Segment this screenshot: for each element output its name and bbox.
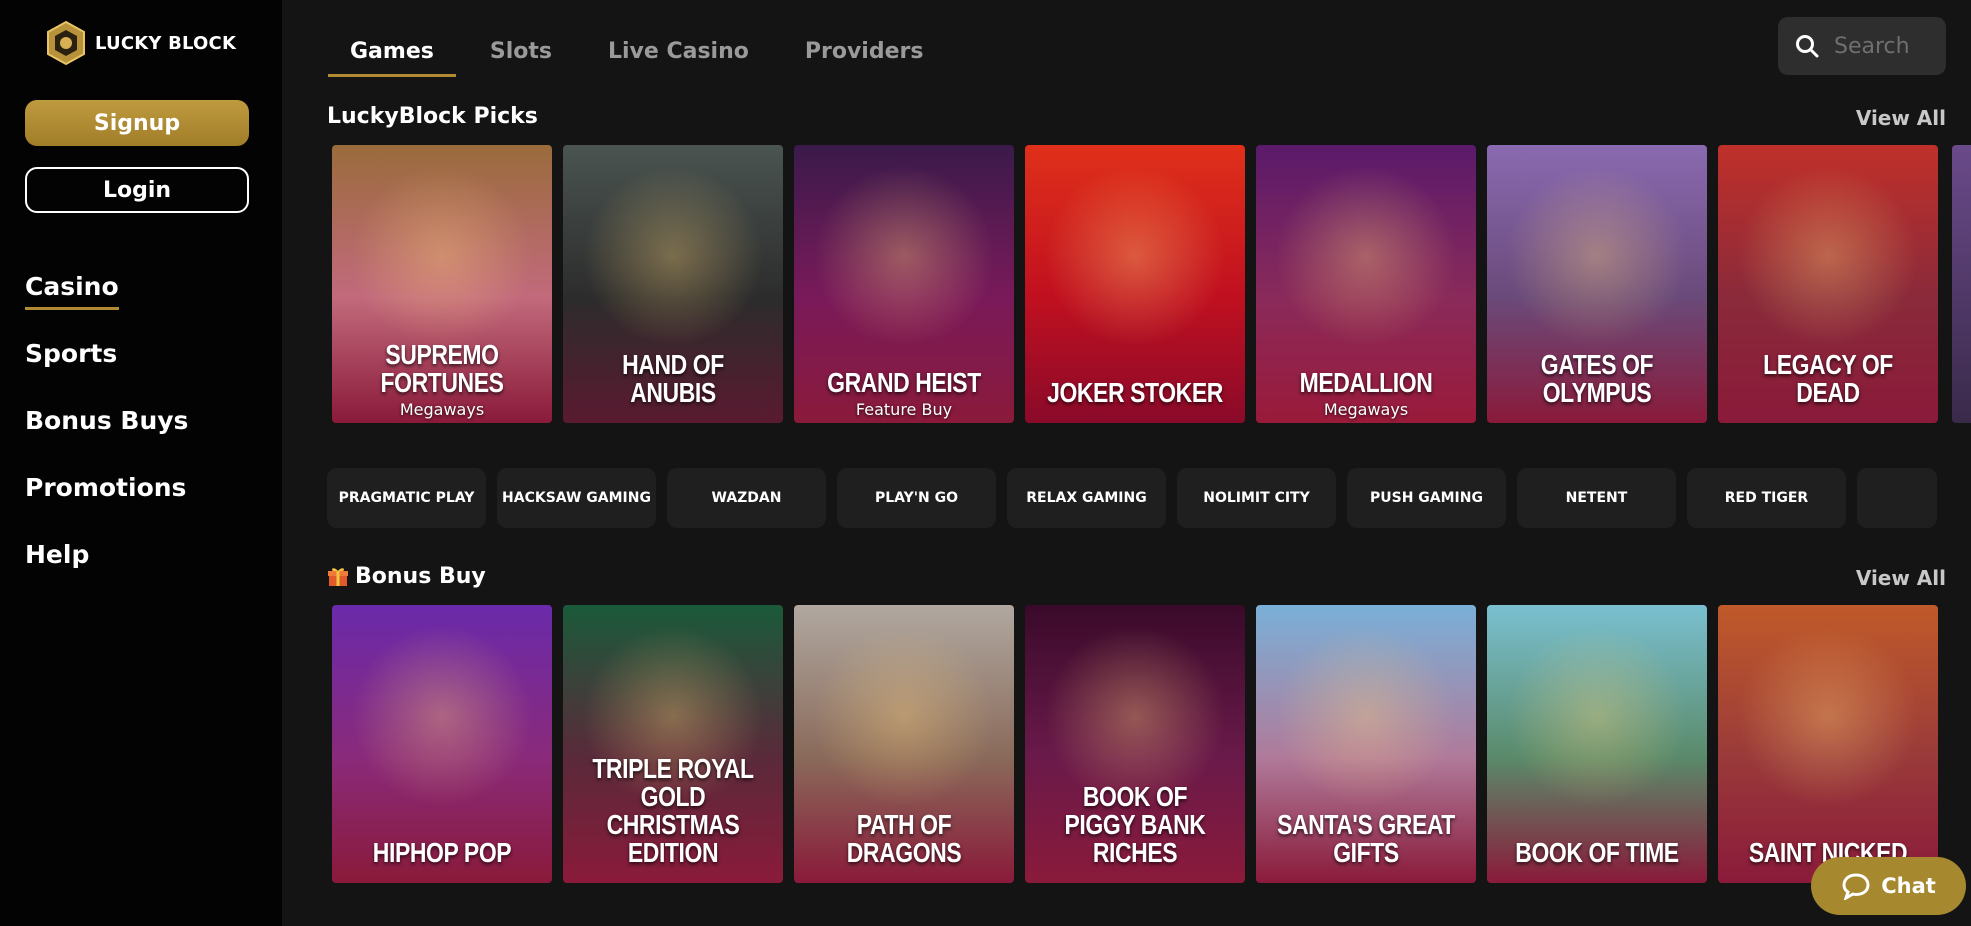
game-card[interactable]: TRIPLE ROYAL GOLD CHRISTMAS EDITION xyxy=(563,605,783,883)
partial-game-card[interactable] xyxy=(1952,145,1971,423)
bonus-buy-row: HIPHOP POP TRIPLE ROYAL GOLD CHRISTMAS ED… xyxy=(332,605,1938,883)
game-title: LEGACY OF DEAD xyxy=(1763,349,1893,408)
chat-bubble-icon xyxy=(1842,873,1870,900)
search-box[interactable] xyxy=(1778,17,1946,75)
game-title: PATH OF DRAGONS xyxy=(846,809,962,868)
signup-button[interactable]: Signup xyxy=(25,100,249,146)
tab-providers[interactable]: Providers xyxy=(783,33,946,77)
game-card[interactable]: SAINT NICKED xyxy=(1718,605,1938,883)
brand-logo[interactable]: LUCKY BLOCK xyxy=(45,20,236,66)
provider-tile[interactable]: PRAGMATIC PLAY xyxy=(327,468,486,528)
section-title-picks: LuckyBlock Picks xyxy=(327,104,538,129)
sidebar: LUCKY BLOCK Signup Login Casino Sports B… xyxy=(0,0,282,926)
nav-item-sports[interactable]: Sports xyxy=(25,335,188,402)
chat-label: Chat xyxy=(1881,874,1936,898)
nav-item-casino[interactable]: Casino xyxy=(25,268,188,335)
nav-item-label: Sports xyxy=(25,339,118,368)
search-input[interactable] xyxy=(1834,33,1944,59)
game-subtitle: Megaways xyxy=(1323,400,1409,419)
game-title: SANTA'S GREAT GIFTS xyxy=(1277,809,1455,868)
game-title: SUPREMO FORTUNES xyxy=(380,339,504,398)
nav-item-promotions[interactable]: Promotions xyxy=(25,469,188,536)
sidebar-nav: Casino Sports Bonus Buys Promotions Help xyxy=(25,268,188,603)
game-title: TRIPLE ROYAL GOLD CHRISTMAS EDITION xyxy=(592,753,754,868)
gift-icon xyxy=(328,567,348,586)
chat-button[interactable]: Chat xyxy=(1811,857,1966,915)
view-all-bonus-buy-link[interactable]: View All xyxy=(1856,566,1946,590)
login-button[interactable]: Login xyxy=(25,167,249,213)
provider-tile[interactable]: RED TIGER xyxy=(1687,468,1846,528)
providers-row: PRAGMATIC PLAY HACKSAW GAMING WAZDAN PLAY'N… xyxy=(327,468,1937,528)
nav-item-help[interactable]: Help xyxy=(25,536,188,603)
nav-item-bonus-buys[interactable]: Bonus Buys xyxy=(25,402,188,469)
game-card[interactable]: SANTA'S GREAT GIFTS xyxy=(1256,605,1476,883)
nav-item-label: Promotions xyxy=(25,473,187,502)
provider-tile[interactable]: NETENT xyxy=(1517,468,1676,528)
game-tabs: Games Slots Live Casino Providers xyxy=(328,33,957,77)
picks-row: SUPREMO FORTUNES Megaways HAND OF ANUBIS GR… xyxy=(332,145,1938,423)
game-subtitle: Feature Buy xyxy=(855,400,953,419)
provider-tile[interactable]: RELAX GAMING xyxy=(1007,468,1166,528)
game-card[interactable]: HAND OF ANUBIS xyxy=(563,145,783,423)
game-subtitle: Megaways xyxy=(399,400,485,419)
provider-tile[interactable]: PLAY'N GO xyxy=(837,468,996,528)
game-title: HAND OF ANUBIS xyxy=(622,349,724,408)
search-icon xyxy=(1796,35,1819,58)
view-all-picks-link[interactable]: View All xyxy=(1856,106,1946,130)
game-title: HIPHOP POP xyxy=(372,837,512,868)
provider-tile[interactable]: PUSH GAMING xyxy=(1347,468,1506,528)
section-title-text: LuckyBlock Picks xyxy=(327,104,538,129)
game-title: GATES OF OLYMPUS xyxy=(1540,349,1654,408)
game-card[interactable]: BOOK OF TIME xyxy=(1487,605,1707,883)
tab-live-casino[interactable]: Live Casino xyxy=(586,33,771,77)
game-title: JOKER STOKER xyxy=(1047,377,1223,408)
nav-item-label: Help xyxy=(25,540,90,569)
game-card[interactable]: GATES OF OLYMPUS xyxy=(1487,145,1707,423)
nav-item-label: Casino xyxy=(25,272,119,310)
game-card[interactable]: GRAND HEIST Feature Buy xyxy=(794,145,1014,423)
game-card[interactable]: HIPHOP POP xyxy=(332,605,552,883)
game-card[interactable]: LEGACY OF DEAD xyxy=(1718,145,1938,423)
provider-tile[interactable] xyxy=(1857,468,1937,528)
game-card[interactable]: PATH OF DRAGONS xyxy=(794,605,1014,883)
nav-item-label: Bonus Buys xyxy=(25,406,189,435)
provider-tile[interactable]: NOLIMIT CITY xyxy=(1177,468,1336,528)
game-title: MEDALLION xyxy=(1299,367,1433,398)
tab-slots[interactable]: Slots xyxy=(468,33,574,77)
section-title-text: Bonus Buy xyxy=(355,564,486,589)
provider-tile[interactable]: HACKSAW GAMING xyxy=(497,468,656,528)
provider-tile[interactable]: WAZDAN xyxy=(667,468,826,528)
game-card[interactable]: JOKER STOKER xyxy=(1025,145,1245,423)
lucky-block-logo-icon xyxy=(47,20,85,66)
section-title-bonus-buy: Bonus Buy xyxy=(327,564,486,589)
game-title: BOOK OF TIME xyxy=(1515,837,1679,868)
game-title: GRAND HEIST xyxy=(827,367,981,398)
tab-games[interactable]: Games xyxy=(328,33,456,77)
main-content: Games Slots Live Casino Providers LuckyB… xyxy=(282,0,1971,926)
game-card[interactable]: MEDALLION Megaways xyxy=(1256,145,1476,423)
game-title: BOOK OF PIGGY BANK RICHES xyxy=(1064,781,1206,868)
game-card[interactable]: BOOK OF PIGGY BANK RICHES xyxy=(1025,605,1245,883)
game-card[interactable]: SUPREMO FORTUNES Megaways xyxy=(332,145,552,423)
brand-name: LUCKY BLOCK xyxy=(95,32,237,54)
